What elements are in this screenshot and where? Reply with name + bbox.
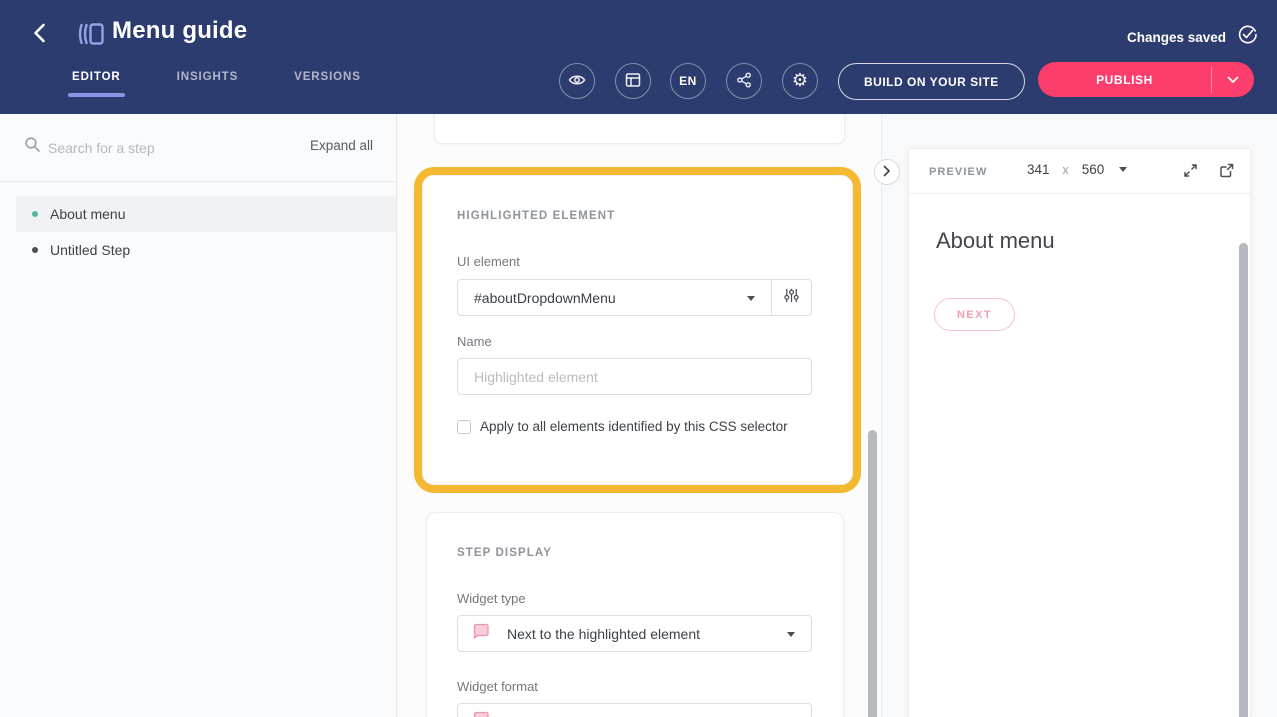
preview-eye-button[interactable] bbox=[559, 63, 595, 99]
widget-type-select[interactable]: Next to the highlighted element bbox=[457, 615, 812, 652]
share-icon bbox=[736, 72, 752, 91]
save-status-text: Changes saved bbox=[1127, 30, 1226, 45]
preview-open-in-new-button[interactable] bbox=[1216, 162, 1236, 182]
page-title: Menu guide bbox=[112, 17, 247, 45]
step-list: About menu Untitled Step bbox=[0, 196, 396, 268]
widget-type-value: Next to the highlighted element bbox=[507, 626, 700, 642]
publish-menu-button[interactable] bbox=[1212, 62, 1254, 97]
step-item-label: Untitled Step bbox=[50, 242, 130, 258]
caret-down-icon bbox=[787, 632, 795, 637]
preview-body: About menu NEXT bbox=[909, 194, 1250, 717]
element-name-input[interactable] bbox=[457, 358, 812, 395]
preview-header: PREVIEW 341 x 560 bbox=[909, 149, 1250, 194]
preview-next-button[interactable]: NEXT bbox=[934, 298, 1015, 331]
external-link-icon bbox=[1218, 162, 1235, 182]
highlighted-element-card: HIGHLIGHTED ELEMENT UI element #aboutDro… bbox=[422, 175, 853, 485]
publish-split-button: PUBLISH bbox=[1038, 62, 1254, 97]
app-root: Menu guide EDITOR INSIGHTS VERSIONS EN ⚙ bbox=[0, 0, 1277, 717]
settings-button[interactable]: ⚙ bbox=[782, 63, 818, 99]
preview-height-value: 560 bbox=[1082, 162, 1105, 177]
preview-heading: PREVIEW bbox=[929, 166, 987, 178]
step-status-dot bbox=[32, 247, 38, 253]
pink-callout-bubble-icon bbox=[470, 621, 491, 646]
topbar-tabs: EDITOR INSIGHTS VERSIONS bbox=[72, 71, 361, 83]
apply-all-row: Apply to all elements identified by this… bbox=[457, 419, 788, 434]
preview-size-select[interactable]: 341 x 560 bbox=[1027, 162, 1127, 177]
apply-all-label: Apply to all elements identified by this… bbox=[480, 419, 788, 434]
window-layout-icon bbox=[625, 72, 641, 91]
search-icon bbox=[24, 136, 41, 158]
publish-button[interactable]: PUBLISH bbox=[1038, 62, 1211, 97]
name-label: Name bbox=[457, 334, 492, 349]
preview-size-separator: x bbox=[1063, 163, 1069, 177]
tab-editor[interactable]: EDITOR bbox=[72, 71, 121, 83]
step-status-dot bbox=[32, 211, 38, 217]
step-search-input[interactable] bbox=[48, 134, 263, 162]
topbar: Menu guide EDITOR INSIGHTS VERSIONS EN ⚙ bbox=[0, 0, 1277, 114]
preview-width-value: 341 bbox=[1027, 162, 1050, 177]
widget-format-label: Widget format bbox=[457, 679, 538, 694]
ui-element-value: #aboutDropdownMenu bbox=[474, 290, 616, 306]
save-status: Changes saved bbox=[1127, 24, 1258, 50]
pink-callout-bubble-icon bbox=[470, 709, 491, 717]
apply-all-checkbox[interactable] bbox=[457, 420, 471, 434]
ui-element-label: UI element bbox=[457, 254, 520, 269]
caret-down-icon bbox=[1119, 167, 1127, 172]
gear-icon: ⚙ bbox=[792, 72, 808, 90]
layout-button[interactable] bbox=[615, 63, 651, 99]
step-search-row: Expand all bbox=[0, 114, 396, 182]
caret-down-icon bbox=[747, 296, 755, 301]
preview-scrollbar-thumb[interactable] bbox=[1239, 243, 1248, 717]
build-on-your-site-button[interactable]: BUILD ON YOUR SITE bbox=[838, 63, 1025, 100]
check-circle-icon bbox=[1237, 24, 1258, 50]
chevron-left-icon bbox=[33, 23, 46, 46]
editor-scrollbar-thumb[interactable] bbox=[868, 430, 877, 717]
tab-insights[interactable]: INSIGHTS bbox=[177, 71, 239, 83]
ui-element-select[interactable]: #aboutDropdownMenu bbox=[458, 280, 771, 315]
eye-icon bbox=[568, 73, 586, 90]
diagonal-resize-arrows-icon bbox=[1182, 162, 1199, 182]
language-label: EN bbox=[679, 74, 697, 88]
back-button[interactable] bbox=[28, 22, 50, 46]
chevron-right-icon bbox=[883, 165, 891, 180]
ui-element-select-group: #aboutDropdownMenu bbox=[457, 279, 812, 316]
sliders-icon bbox=[783, 287, 800, 309]
selector-settings-button[interactable] bbox=[771, 280, 811, 315]
widget-type-label: Widget type bbox=[457, 591, 526, 606]
guide-panels-logo-icon bbox=[74, 17, 108, 56]
previous-settings-card bbox=[434, 114, 845, 144]
step-display-card: STEP DISPLAY Widget type Next to the hig… bbox=[426, 512, 844, 717]
steps-sidebar: Expand all About menu Untitled Step bbox=[0, 114, 397, 717]
step-item-label: About menu bbox=[50, 206, 126, 222]
step-item-untitled-step[interactable]: Untitled Step bbox=[0, 232, 396, 268]
highlighted-element-card-highlight: HIGHLIGHTED ELEMENT UI element #aboutDro… bbox=[414, 167, 861, 493]
preview-expand-button[interactable] bbox=[1180, 162, 1200, 182]
card-heading: HIGHLIGHTED ELEMENT bbox=[457, 210, 615, 222]
card-heading: STEP DISPLAY bbox=[457, 547, 552, 559]
preview-step-title: About menu bbox=[936, 228, 1055, 254]
chevron-down-icon bbox=[1227, 71, 1239, 89]
step-settings-panel: HIGHLIGHTED ELEMENT UI element #aboutDro… bbox=[398, 114, 882, 717]
share-button[interactable] bbox=[726, 63, 762, 99]
preview-panel: PREVIEW 341 x 560 About menu NEXT bbox=[908, 148, 1251, 717]
tab-versions[interactable]: VERSIONS bbox=[294, 71, 361, 83]
widget-format-select[interactable] bbox=[457, 703, 812, 717]
language-button[interactable]: EN bbox=[670, 63, 706, 99]
expand-all-button[interactable]: Expand all bbox=[310, 138, 373, 153]
preview-collapse-button[interactable] bbox=[874, 159, 900, 185]
step-item-about-menu[interactable]: About menu bbox=[0, 196, 396, 232]
